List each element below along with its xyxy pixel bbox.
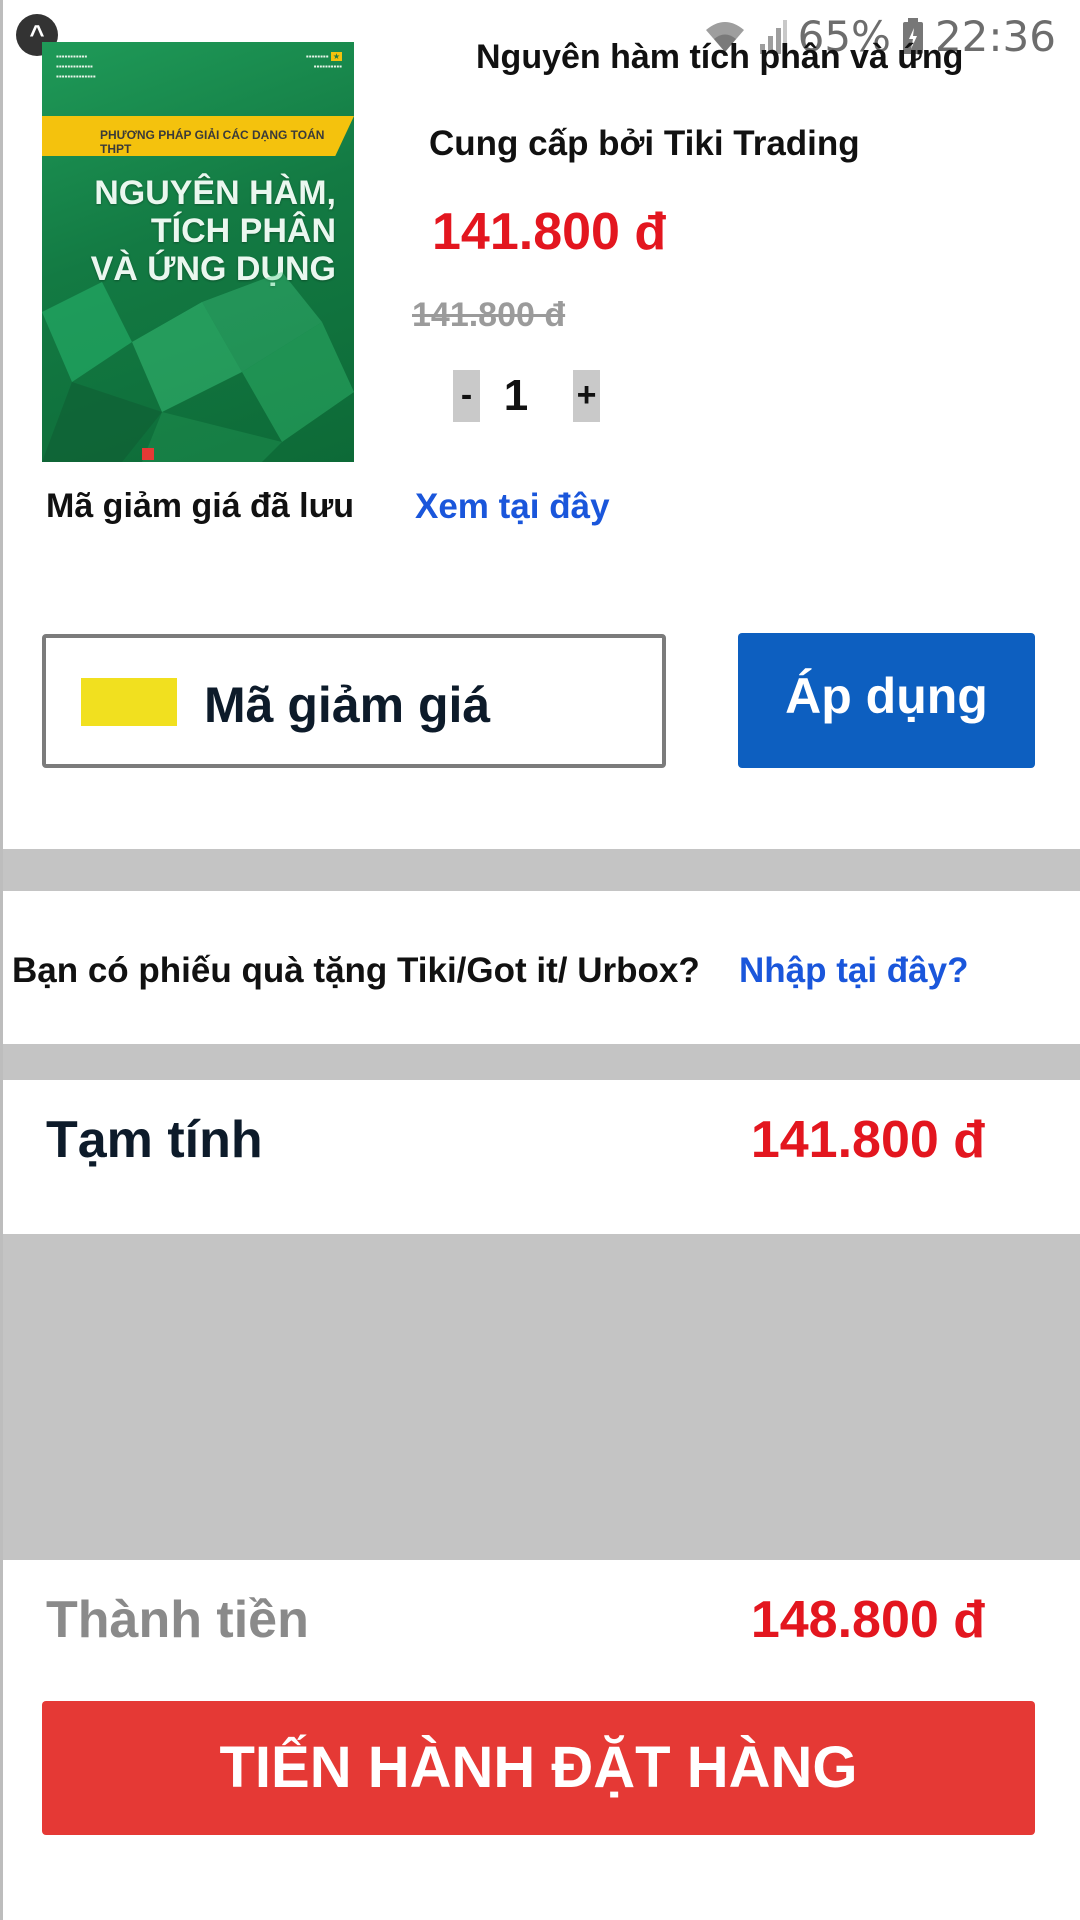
enter-gift-voucher-link[interactable]: Nhập tại đây? [739, 951, 968, 991]
subtotal-value: 141.800 đ [750, 1111, 985, 1169]
saved-coupon-label: Mã giảm giá đã lưu [46, 487, 355, 525]
cover-title-line: NGUYÊN HÀM, [94, 174, 336, 212]
coupon-placeholder: Mã giảm giá [204, 677, 491, 733]
cover-title: NGUYÊN HÀM, TÍCH PHÂN VÀ ỨNG DỤNG [42, 174, 354, 288]
quantity-increase-button[interactable]: + [573, 370, 600, 422]
product-title[interactable]: Nguyên hàm tích phân và ứng [476, 38, 963, 77]
subtotal-label: Tạm tính [46, 1111, 263, 1169]
cover-badge: ▪▪▪▪▪▪▪▪ ★ ▪▪▪▪▪▪▪▪▪▪ [305, 52, 342, 71]
empty-gray-area [3, 1234, 1080, 1560]
checkout-button[interactable]: TIẾN HÀNH ĐẶT HÀNG [42, 1701, 1035, 1835]
section-divider [3, 849, 1080, 891]
left-edge-divider [0, 0, 3, 1920]
seller-label: Cung cấp bởi Tiki Trading [429, 124, 860, 163]
quantity-value: 1 [503, 371, 529, 420]
product-price: 141.800 đ [432, 203, 667, 261]
cover-title-line: TÍCH PHÂN [150, 212, 336, 250]
view-saved-coupons-link[interactable]: Xem tại đây [415, 487, 610, 527]
original-price: 141.800 đ [412, 296, 566, 334]
cover-top-text: ▪▪▪▪▪▪▪▪▪▪▪ ▪▪▪▪▪▪▪▪▪▪▪▪▪ ▪▪▪▪▪▪▪▪▪▪▪▪▪▪ [56, 52, 96, 81]
gift-voucher-question: Bạn có phiếu quà tặng Tiki/Got it/ Urbox… [12, 951, 700, 990]
apply-coupon-button[interactable]: Áp dụng [738, 633, 1035, 768]
quantity-decrease-button[interactable]: - [453, 370, 480, 422]
product-cover-image[interactable]: ▪▪▪▪▪▪▪▪▪▪▪ ▪▪▪▪▪▪▪▪▪▪▪▪▪ ▪▪▪▪▪▪▪▪▪▪▪▪▪▪ ▪… [42, 42, 354, 462]
section-divider [3, 1044, 1080, 1080]
cover-strip-text: PHƯƠNG PHÁP GIẢI CÁC DẠNG TOÁN THPT [100, 128, 325, 156]
coupon-ticket-icon [81, 678, 177, 726]
total-value: 148.800 đ [750, 1591, 985, 1649]
cover-pattern [42, 272, 354, 462]
coupon-input[interactable]: Mã giảm giá [42, 634, 666, 768]
total-label: Thành tiền [46, 1591, 309, 1649]
